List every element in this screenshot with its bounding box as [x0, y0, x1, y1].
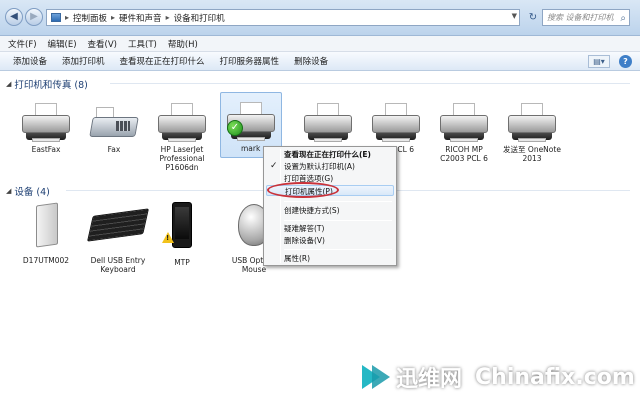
- see-whats-printing-button[interactable]: 查看现在正在打印什么: [120, 55, 205, 67]
- fax-icon: [88, 103, 140, 143]
- breadcrumb-devices-printers[interactable]: 设备和打印机: [174, 12, 225, 24]
- devices-group-header[interactable]: ◢ 设备 (4): [6, 184, 50, 198]
- device-label: MTP: [174, 258, 190, 267]
- device-item[interactable]: D17UTM002: [8, 202, 84, 265]
- menu-bar: 文件(F) 编辑(E) 查看(V) 工具(T) 帮助(H): [0, 36, 640, 52]
- phone-icon: !: [162, 202, 202, 250]
- address-toolbar: ◀ ▶ ▸ 控制面板 ▸ 硬件和声音 ▸ 设备和打印机 ▼ ↻ 搜索 设备和打印…: [0, 0, 640, 36]
- view-options-icon[interactable]: ▤▾: [588, 55, 610, 68]
- printers-group-header[interactable]: ◢ 打印机和传真 (8): [6, 77, 88, 91]
- device-item[interactable]: HP LaserJet Professional P1606dn: [144, 103, 220, 172]
- menu-item-label: 创建快捷方式(S): [284, 206, 340, 215]
- breadcrumb-separator-icon: ▸: [111, 13, 116, 22]
- control-panel-icon: [51, 13, 61, 22]
- help-icon[interactable]: ?: [619, 55, 632, 68]
- menu-separator: [284, 249, 392, 250]
- warning-icon: !: [162, 232, 174, 243]
- menu-help[interactable]: 帮助(H): [168, 38, 198, 50]
- device-item[interactable]: Fax: [76, 103, 152, 154]
- device-label: RICOH MP C2003 PCL 6: [440, 145, 488, 163]
- watermark-en: Chinafix.com: [475, 364, 635, 390]
- menu-item-properties[interactable]: 属性(R): [266, 253, 394, 264]
- printer-icon: [438, 103, 490, 143]
- add-device-button[interactable]: 添加设备: [13, 55, 47, 67]
- collapse-arrow-icon[interactable]: ◢: [6, 80, 11, 88]
- printers-group-title: 打印机和传真 (8): [14, 80, 88, 91]
- external-drive-icon: [26, 202, 66, 248]
- device-label: D17UTM002: [22, 256, 70, 265]
- menu-item-label: 设置为默认打印机(A): [284, 162, 355, 171]
- group-divider: [110, 83, 630, 84]
- keyboard-icon: [87, 204, 149, 248]
- collapse-arrow-icon[interactable]: ◢: [6, 187, 11, 195]
- menu-item-create-shortcut[interactable]: 创建快捷方式(S): [266, 205, 394, 216]
- breadcrumb-separator-icon: ▸: [65, 13, 70, 22]
- printer-icon: [20, 103, 72, 143]
- menu-item-label: 删除设备(V): [284, 236, 325, 245]
- breadcrumb-separator-icon: ▸: [165, 13, 170, 22]
- device-item[interactable]: 发送至 OneNote 2013: [494, 103, 570, 163]
- menu-item-label: 属性(R): [284, 254, 311, 263]
- command-bar: 添加设备 添加打印机 查看现在正在打印什么 打印服务器属性 删除设备 ▤▾ ?: [0, 52, 640, 71]
- back-button[interactable]: ◀: [5, 8, 23, 26]
- remove-device-button[interactable]: 删除设备: [294, 55, 328, 67]
- checkmark-icon: ✓: [270, 161, 278, 171]
- device-label: Dell USB Entry Keyboard: [90, 256, 146, 274]
- menu-item-troubleshoot[interactable]: 疑难解答(T): [266, 223, 394, 234]
- watermark-divider: [468, 366, 470, 388]
- highlight-ring-annotation: [267, 182, 339, 198]
- menu-item-remove-device[interactable]: 删除设备(V): [266, 235, 394, 246]
- search-placeholder: 搜索 设备和打印机: [547, 13, 614, 22]
- device-label: HP LaserJet Professional P1606dn: [159, 145, 205, 172]
- device-item[interactable]: ! MTP: [144, 202, 220, 267]
- device-label: Fax: [107, 145, 121, 154]
- printer-icon: [506, 103, 558, 143]
- device-item[interactable]: RICOH MP C2003 PCL 6: [426, 103, 502, 163]
- printer-icon: [156, 103, 208, 143]
- menu-view[interactable]: 查看(V): [88, 38, 117, 50]
- menu-item-label: 查看现在正在打印什么(E): [284, 150, 371, 159]
- device-label: 发送至 OneNote 2013: [503, 145, 561, 163]
- printer-icon: ✓: [225, 102, 277, 142]
- menu-separator: [284, 220, 392, 221]
- menu-item-label: 疑难解答(T): [284, 224, 325, 233]
- watermark: 迅维网 Chinafix.com: [360, 358, 640, 396]
- device-label: EastFax: [31, 145, 61, 154]
- menu-separator: [284, 201, 392, 202]
- breadcrumb-hardware-sound[interactable]: 硬件和声音: [119, 12, 162, 24]
- menu-item-see-printing[interactable]: 查看现在正在打印什么(E): [266, 149, 394, 160]
- menu-file[interactable]: 文件(F): [8, 38, 37, 50]
- device-item[interactable]: EastFax: [8, 103, 84, 154]
- search-icon[interactable]: ⌕: [620, 11, 626, 26]
- breadcrumb-control-panel[interactable]: 控制面板: [73, 12, 107, 24]
- printer-icon: [370, 103, 422, 143]
- menu-item-set-default[interactable]: ✓ 设置为默认打印机(A): [266, 161, 394, 172]
- menu-edit[interactable]: 编辑(E): [48, 38, 77, 50]
- forward-button[interactable]: ▶: [25, 8, 43, 26]
- refresh-icon[interactable]: ↻: [526, 9, 540, 26]
- address-bar[interactable]: ▸ 控制面板 ▸ 硬件和声音 ▸ 设备和打印机 ▼: [46, 9, 520, 26]
- default-check-icon: ✓: [227, 120, 243, 136]
- printer-icon: [302, 103, 354, 143]
- add-printer-button[interactable]: 添加打印机: [62, 55, 105, 67]
- devices-group-title: 设备 (4): [14, 187, 50, 198]
- print-server-properties-button[interactable]: 打印服务器属性: [220, 55, 280, 67]
- watermark-cn: 迅维网: [396, 367, 463, 392]
- address-dropdown-icon[interactable]: ▼: [512, 12, 517, 20]
- menu-tools[interactable]: 工具(T): [128, 38, 157, 50]
- context-menu: 查看现在正在打印什么(E) ✓ 设置为默认打印机(A) 打印首选项(G) 打印机属…: [263, 146, 397, 266]
- chinafix-logo-icon: [360, 360, 394, 394]
- search-input[interactable]: 搜索 设备和打印机 ⌕: [542, 9, 630, 26]
